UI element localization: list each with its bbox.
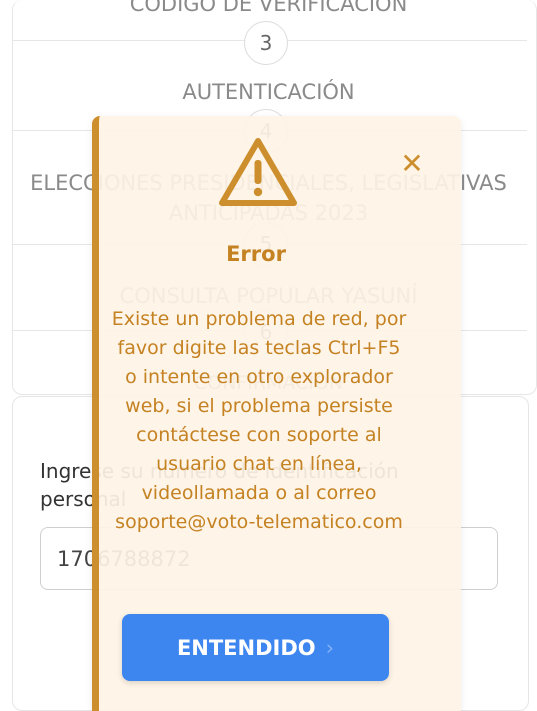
warning-icon <box>219 138 297 206</box>
close-icon[interactable]: ✕ <box>398 150 426 178</box>
chevron-right-icon: › <box>325 635 335 660</box>
modal-title: Error <box>226 242 286 266</box>
understood-button[interactable]: ENTENDIDO › <box>122 614 389 681</box>
step-title-verification-code: CÓDIGO DE VERIFICACIÓN <box>129 0 408 16</box>
modal-message: Existe un problema de red, por favor dig… <box>111 308 407 533</box>
step-number-3: 3 <box>244 21 288 65</box>
step-title-authentication: AUTENTICACIÓN <box>182 80 355 104</box>
understood-button-label: ENTENDIDO <box>176 635 316 660</box>
